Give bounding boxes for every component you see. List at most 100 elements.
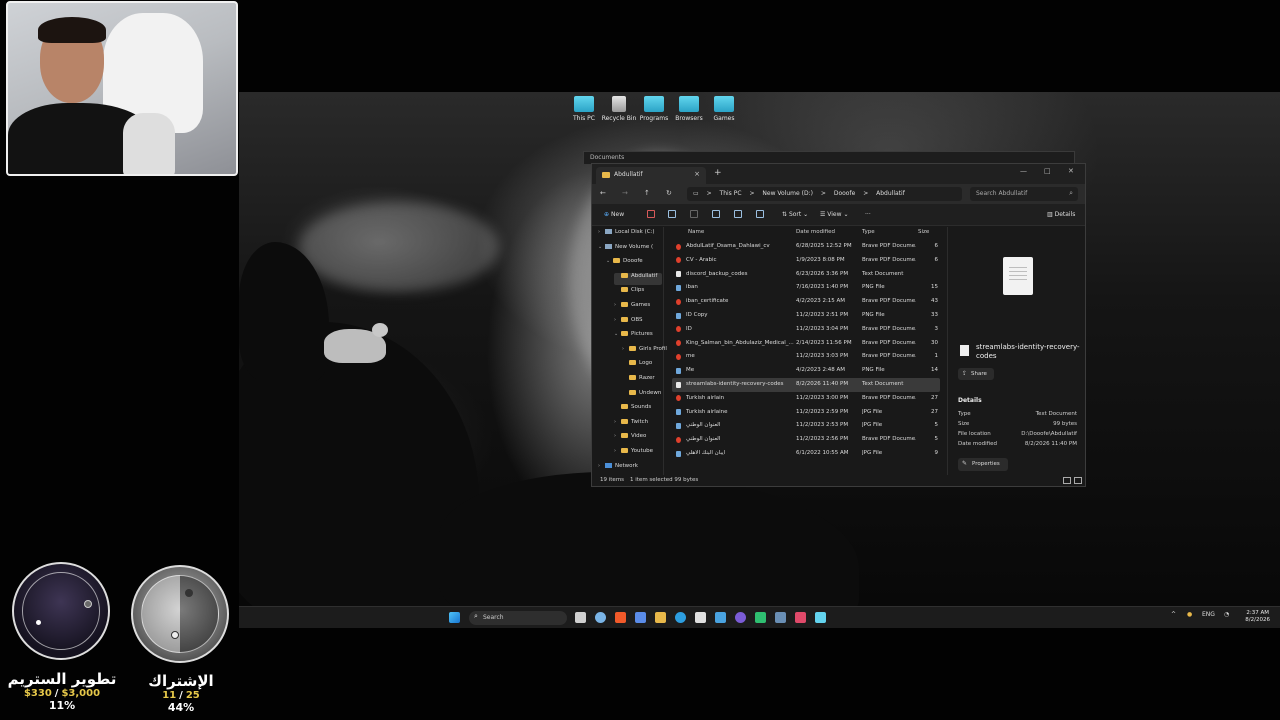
paste-icon[interactable] <box>690 210 698 218</box>
file-explorer-icon[interactable] <box>655 612 666 623</box>
refresh-icon[interactable]: ↻ <box>666 189 672 197</box>
new-button[interactable]: New <box>600 211 628 218</box>
file-row[interactable]: discord_backup_codes 6/23/2026 3:36 PM Tex… <box>672 268 940 282</box>
column-header-size[interactable]: Size <box>918 229 929 239</box>
file-row[interactable]: ID Copy 11/2/2023 2:51 PM PNG File 33 <box>672 309 940 323</box>
desktop-icon-games[interactable]: Games <box>706 96 742 122</box>
network-tray-icon[interactable]: ◔ <box>1224 611 1229 618</box>
file-row[interactable]: iban 7/16/2023 1:40 PM PNG File 15 <box>672 281 940 295</box>
system-clock[interactable]: 2:37 AM 8/2/2026 <box>1245 610 1270 624</box>
notepad-icon[interactable] <box>815 612 826 623</box>
chevron-icon[interactable]: › <box>598 229 605 235</box>
language-indicator[interactable]: ENG <box>1202 611 1215 618</box>
mail-icon[interactable] <box>715 612 726 623</box>
desktop-icon-this-pc[interactable]: This PC <box>566 96 602 122</box>
tab-abdullatif[interactable]: Abdullatif × <box>596 167 706 184</box>
nav-item[interactable]: › Network <box>598 462 662 475</box>
file-row[interactable]: me 11/2/2023 3:03 PM Brave PDF Docume... 1 <box>672 350 940 364</box>
taskbar-search[interactable]: Search <box>469 611 567 625</box>
chevron-icon[interactable]: › <box>598 463 605 469</box>
nav-item[interactable]: › Local Disk (C:) <box>598 229 662 241</box>
nav-item[interactable]: › Girls Profil <box>622 345 667 358</box>
minimize-icon[interactable]: — <box>1020 167 1027 175</box>
close-tab-icon[interactable]: × <box>694 170 700 178</box>
more-options-button[interactable]: ··· <box>865 211 871 218</box>
delete-icon[interactable] <box>756 210 764 218</box>
nav-item[interactable]: ⌄ Dooofe <box>606 258 662 270</box>
nav-item[interactable]: Sounds <box>614 404 662 416</box>
up-arrow-icon[interactable]: ↑ <box>644 189 650 197</box>
column-header-date[interactable]: Date modified <box>796 229 835 239</box>
chevron-icon[interactable]: › <box>614 317 621 323</box>
details-toggle-button[interactable]: ▥ Details <box>1047 211 1075 218</box>
breadcrumb-dooofe[interactable]: Dooofe <box>834 190 855 197</box>
nav-item[interactable]: › Games <box>614 302 662 314</box>
chevron-icon[interactable]: ⌄ <box>614 331 621 337</box>
share-icon[interactable] <box>734 210 742 218</box>
column-header-type[interactable]: Type <box>862 229 875 239</box>
chevron-icon[interactable]: ⌄ <box>598 244 605 250</box>
cut-icon[interactable] <box>647 210 655 218</box>
chevron-icon[interactable]: › <box>614 419 621 425</box>
store-icon[interactable] <box>695 612 706 623</box>
nav-item[interactable]: › Video <box>614 433 662 445</box>
file-row[interactable]: iban_certificate 4/2/2023 2:15 AM Brave PD… <box>672 295 940 309</box>
nav-item[interactable]: › Youtube <box>614 448 662 460</box>
nav-item[interactable]: Logo <box>622 360 662 372</box>
properties-button[interactable]: Properties <box>958 458 1008 471</box>
breadcrumb-abdullatif[interactable]: Abdullatif <box>876 190 905 197</box>
rename-icon[interactable] <box>712 210 720 218</box>
view-button[interactable]: ☰ View ⌄ <box>820 211 848 218</box>
desktop-icon-recycle-bin[interactable]: Recycle Bin <box>601 96 637 122</box>
tray-overflow-icon[interactable]: ^ <box>1171 611 1176 618</box>
edge-icon[interactable] <box>675 612 686 623</box>
file-row[interactable]: Me 4/2/2023 2:48 AM PNG File 14 <box>672 364 940 378</box>
sort-button[interactable]: ⇅ Sort ⌄ <box>782 211 808 218</box>
desktop-icon-browsers[interactable]: Browsers <box>671 96 707 122</box>
new-tab-button[interactable]: + <box>714 168 722 178</box>
column-header-name[interactable]: Name <box>688 229 704 239</box>
forward-arrow-icon[interactable]: → <box>622 189 628 197</box>
back-arrow-icon[interactable]: ← <box>600 189 606 197</box>
nav-item[interactable]: › OBS <box>614 316 662 329</box>
file-row[interactable]: العنوان الوطني 11/2/2023 2:56 PM Brave PDF… <box>672 433 940 447</box>
file-row[interactable]: CV - Arabic 1/9/2023 8:08 PM Brave PDF Doc… <box>672 254 940 268</box>
copy-icon[interactable] <box>668 210 676 218</box>
steam-icon[interactable] <box>775 612 786 623</box>
file-row[interactable]: ايبان البنك الاهلي 6/1/2022 10:55 AM JPG F… <box>672 447 940 461</box>
chevron-icon[interactable]: › <box>614 448 621 454</box>
close-window-icon[interactable]: ✕ <box>1068 167 1074 175</box>
chevron-icon[interactable]: › <box>614 302 621 308</box>
settings-icon[interactable] <box>595 612 606 623</box>
address-bar[interactable]: ▭ > This PC > New Volume (D:) > Dooofe >… <box>687 187 962 201</box>
file-explorer-window[interactable]: Abdullatif × + — □ ✕ ← → ↑ ↻ ▭ > This PC… <box>591 163 1086 487</box>
file-row[interactable]: King_Salman_bin_Abdulaziz_Medical_... 2/1… <box>672 337 940 351</box>
file-row[interactable]: Turkish airlain 11/2/2023 3:00 PM Brave PD… <box>672 392 940 406</box>
breadcrumb-this-pc[interactable]: This PC <box>720 190 742 197</box>
file-row[interactable]: العنوان الوطني 11/2/2023 2:53 PM JPG File 5 <box>672 419 940 433</box>
brave-browser-icon[interactable] <box>615 612 626 623</box>
search-input[interactable]: Search Abdullatif ⌕ <box>970 187 1078 201</box>
desktop-icon-programs[interactable]: Programs <box>636 96 672 122</box>
file-row[interactable]: Turkish airlaine 11/2/2023 2:59 PM JPG Fil… <box>672 406 940 420</box>
nav-item[interactable]: Abdullatif <box>614 272 662 285</box>
task-view-icon[interactable] <box>575 612 586 623</box>
chevron-icon[interactable]: › <box>622 346 629 352</box>
breadcrumb-volume[interactable]: New Volume (D:) <box>762 190 813 197</box>
nav-item[interactable]: › Twitch <box>614 418 662 431</box>
nav-item[interactable]: Razer <box>622 375 662 387</box>
chevron-icon[interactable]: › <box>614 433 621 439</box>
file-row[interactable]: AbdulLatif_Osama_Dahlawi_cv 6/28/2025 12:… <box>672 240 940 254</box>
maximize-icon[interactable]: □ <box>1044 167 1051 175</box>
microphone-tray-icon[interactable]: ● <box>1187 611 1192 618</box>
nav-item[interactable]: ⌄ Pictures <box>614 331 662 343</box>
file-row[interactable]: streamlabs-identity-recovery-codes 8/2/20… <box>672 378 940 392</box>
windows-start-icon[interactable] <box>449 612 460 623</box>
teams-icon[interactable] <box>635 612 646 623</box>
nav-item[interactable]: ⌄ New Volume ( <box>598 243 662 256</box>
share-button[interactable]: Share <box>958 368 994 380</box>
location-pin-icon[interactable] <box>795 612 806 623</box>
discord-icon[interactable] <box>735 612 746 623</box>
file-row[interactable]: ID 11/2/2023 3:04 PM Brave PDF Docume... 3 <box>672 323 940 337</box>
nav-item[interactable]: Clips <box>614 287 662 299</box>
